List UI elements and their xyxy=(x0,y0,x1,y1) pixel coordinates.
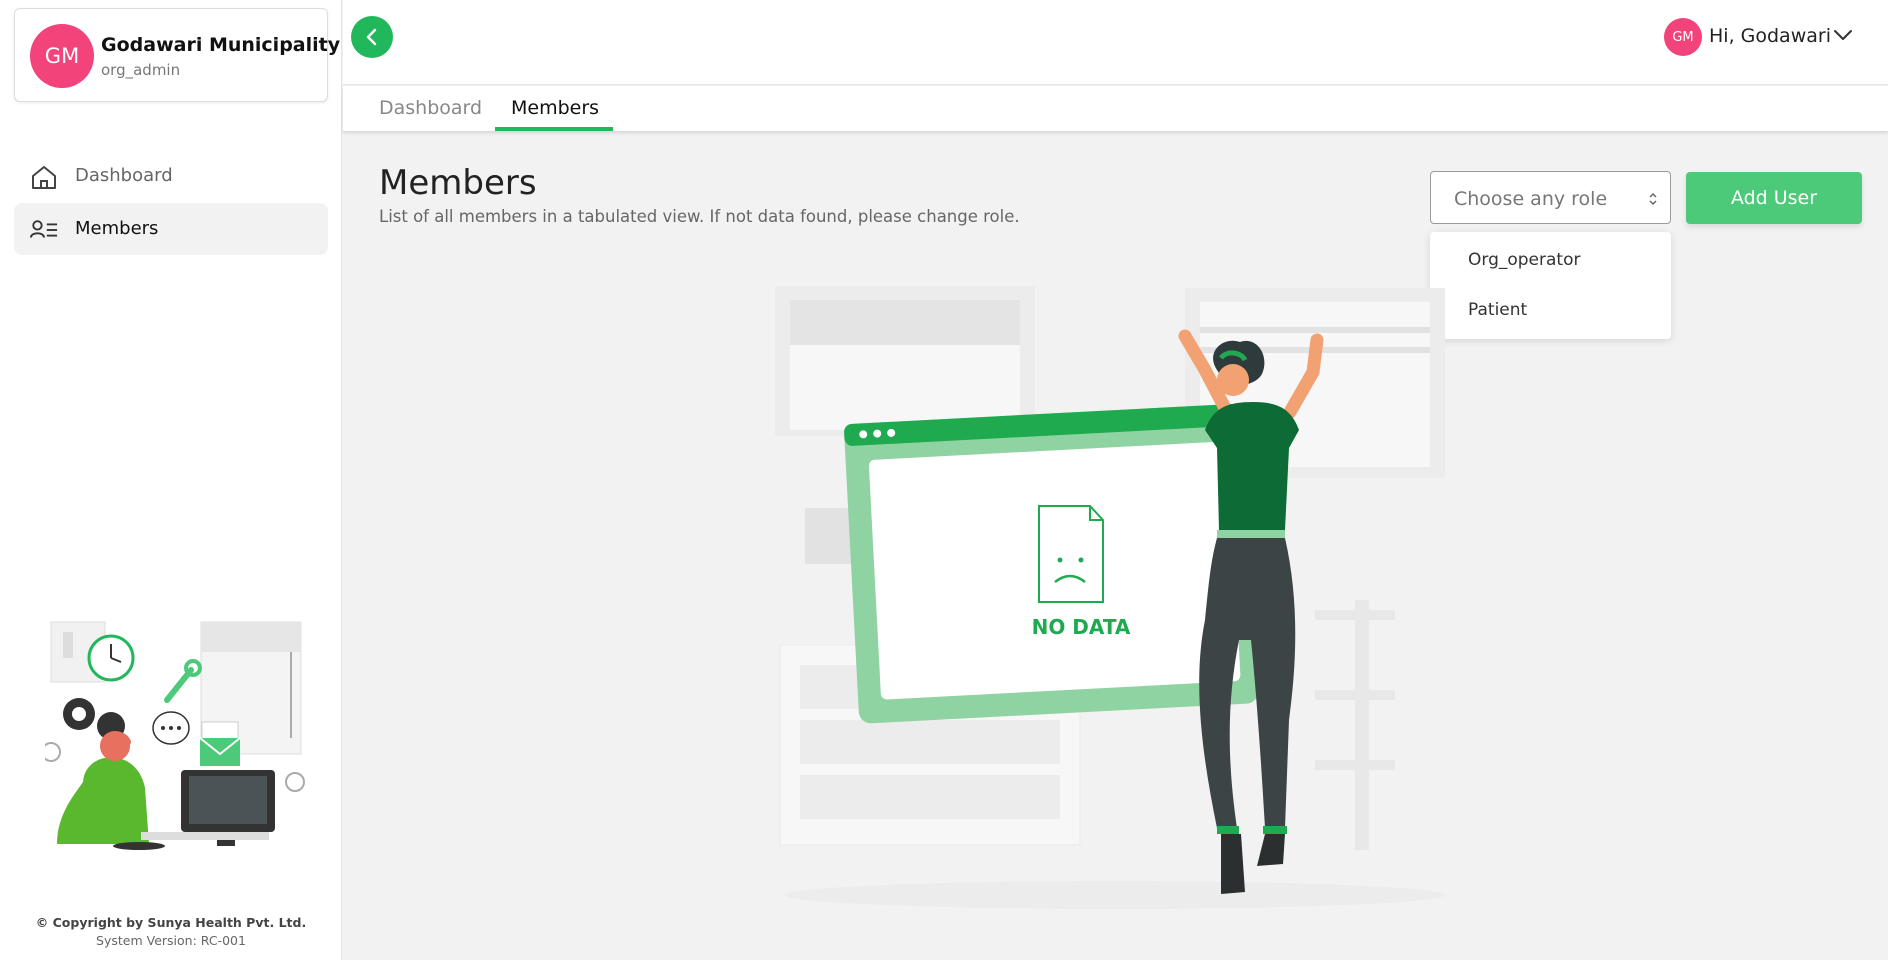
tab-dashboard[interactable]: Dashboard xyxy=(379,97,482,119)
org-role: org_admin xyxy=(101,61,181,79)
no-data-illustration: NO DATA xyxy=(775,286,1445,909)
role-dropdown: Org_operator Patient xyxy=(1430,232,1671,339)
tab-bar: Dashboard Members xyxy=(343,86,1888,131)
active-tab-indicator xyxy=(495,127,613,131)
role-option-org-operator[interactable]: Org_operator xyxy=(1468,250,1580,270)
members-list-icon xyxy=(30,220,58,238)
role-select[interactable]: Choose any role xyxy=(1430,171,1671,224)
system-version: System Version: RC-001 xyxy=(96,933,246,948)
sidebar-item-members[interactable]: Members xyxy=(14,203,328,255)
collapse-sidebar-button[interactable] xyxy=(351,16,393,58)
copyright-text: © Copyright by Sunya Health Pvt. Ltd. xyxy=(35,915,307,930)
chevron-down-icon[interactable] xyxy=(1833,28,1853,42)
no-data-label: NO DATA xyxy=(1032,615,1131,639)
sort-arrows-icon xyxy=(1649,192,1657,206)
page-subtitle: List of all members in a tabulated view.… xyxy=(379,207,1020,226)
home-icon xyxy=(32,166,56,189)
sidebar-item-label: Members xyxy=(75,218,159,239)
org-card: GM Godawari Municipality org_admin xyxy=(14,8,340,102)
tab-members[interactable]: Members xyxy=(511,97,599,119)
sidebar-item-dashboard[interactable]: Dashboard xyxy=(14,150,328,202)
support-illustration xyxy=(45,621,305,850)
role-option-patient[interactable]: Patient xyxy=(1468,300,1527,320)
org-name: Godawari Municipality xyxy=(101,34,341,56)
org-avatar: GM xyxy=(30,24,94,88)
sidebar: GM Godawari Municipality org_admin Dashb… xyxy=(0,0,342,960)
user-avatar[interactable]: GM xyxy=(1664,18,1702,56)
page-title: Members xyxy=(379,163,537,203)
sidebar-item-label: Dashboard xyxy=(75,165,173,186)
user-greeting[interactable]: Hi, Godawari xyxy=(1709,25,1831,47)
add-user-button[interactable]: Add User xyxy=(1686,172,1862,224)
top-header: GM Hi, Godawari xyxy=(343,0,1888,85)
chevron-left-icon xyxy=(366,28,377,46)
role-select-placeholder: Choose any role xyxy=(1454,188,1608,210)
